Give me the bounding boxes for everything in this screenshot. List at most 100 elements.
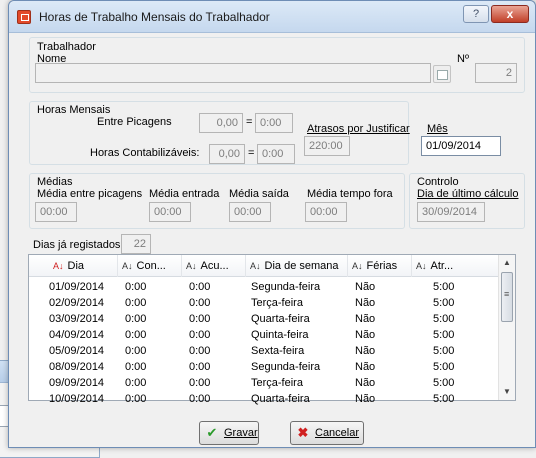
table-cell: 0:00 <box>125 329 147 341</box>
horas-mensais-group-label: Horas Mensais <box>37 104 111 116</box>
table-cell: 5:00 <box>433 329 455 341</box>
contab-decimal-field[interactable]: 0,00 <box>209 144 245 164</box>
table-cell: Não <box>355 377 376 389</box>
table-cell: 5:00 <box>433 377 455 389</box>
table-cell: Terça-feira <box>251 377 303 389</box>
ultimo-calculo-field[interactable]: 30/09/2014 <box>417 202 485 222</box>
controlo-group-label: Controlo <box>417 176 459 188</box>
table-cell: 5:00 <box>433 297 455 309</box>
column-header-atr[interactable]: A↓ Atr... <box>412 255 500 277</box>
gravar-button[interactable]: ✔ Gravar <box>199 421 259 445</box>
entre-hours-field[interactable]: 0:00 <box>255 113 293 133</box>
table-cell: 08/09/2014 <box>49 361 105 373</box>
num-label: Nº <box>457 53 469 65</box>
column-header-dia-semana[interactable]: A↓ Dia de semana <box>246 255 348 277</box>
media-saida-label: Média saída <box>229 188 289 200</box>
checkmark-icon: ✔ <box>206 425 218 440</box>
medias-group-label: Médias <box>37 176 73 188</box>
num-field[interactable]: 2 <box>475 63 517 83</box>
nome-field[interactable] <box>35 63 431 83</box>
table-cell: 10/09/2014 <box>49 393 105 405</box>
dias-registados-field[interactable]: 22 <box>121 234 151 254</box>
table-cell: 0:00 <box>189 345 211 357</box>
trabalhador-group-label: Trabalhador <box>37 41 96 53</box>
table-cell: 02/09/2014 <box>49 297 105 309</box>
column-header-con[interactable]: A↓ Con... <box>118 255 182 277</box>
media-entrada-field[interactable]: 00:00 <box>149 202 191 222</box>
vertical-scrollbar[interactable]: ▲ ▼ <box>498 255 515 400</box>
sort-az-icon: A↓ <box>122 261 133 271</box>
dias-table[interactable]: A↓ Dia A↓ Con... A↓ Acu... A↓ Dia de semana … <box>28 254 516 405</box>
table-cell: 01/09/2014 <box>49 281 105 293</box>
contab-hours-field[interactable]: 0:00 <box>257 144 295 164</box>
atrasos-field[interactable]: 220:00 <box>304 136 350 156</box>
table-cell: 5:00 <box>433 281 455 293</box>
table-cell: Quarta-feira <box>251 393 310 405</box>
sort-az-icon: A↓ <box>250 261 261 271</box>
table-row[interactable]: 10/09/2014 0:00 0:00 Quarta-feira Não 5:00 <box>29 393 500 408</box>
close-button[interactable]: x <box>491 5 529 23</box>
scroll-down-icon[interactable]: ▼ <box>499 384 515 400</box>
table-row[interactable]: 02/09/2014 0:00 0:00 Terça-feira Não 5:00 <box>29 297 500 312</box>
scroll-thumb[interactable] <box>501 272 513 322</box>
contab-equals: = <box>248 147 255 159</box>
media-entre-picagens-label: Média entre picagens <box>37 188 143 200</box>
help-button[interactable]: ? <box>463 5 489 23</box>
table-cell: 0:00 <box>189 361 211 373</box>
column-header-dia[interactable]: A↓ Dia <box>29 255 118 277</box>
table-cell: Não <box>355 281 376 293</box>
red-x-icon: ✖ <box>297 425 309 440</box>
table-row[interactable]: 08/09/2014 0:00 0:00 Segunda-feira Não 5:00 <box>29 361 500 376</box>
table-cell: 0:00 <box>189 393 211 405</box>
table-cell: Quarta-feira <box>251 313 310 325</box>
table-cell: 04/09/2014 <box>49 329 105 341</box>
medias-group <box>29 173 405 229</box>
table-cell: 0:00 <box>125 281 147 293</box>
table-row[interactable]: 04/09/2014 0:00 0:00 Quinta-feira Não 5:00 <box>29 329 500 344</box>
table-cell: 0:00 <box>125 297 147 309</box>
table-cell: Segunda-feira <box>251 281 321 293</box>
media-entre-picagens-field[interactable]: 00:00 <box>35 202 77 222</box>
table-row[interactable]: 01/09/2014 0:00 0:00 Segunda-feira Não 5:00 <box>29 281 500 296</box>
contabilizaveis-label: Horas Contabilizáveis: <box>90 147 200 159</box>
table-cell: Não <box>355 345 376 357</box>
table-row[interactable]: 09/09/2014 0:00 0:00 Terça-feira Não 5:00 <box>29 377 500 392</box>
media-tempo-fora-label: Média tempo fora <box>307 188 393 200</box>
table-row[interactable]: 05/09/2014 0:00 0:00 Sexta-feira Não 5:00 <box>29 345 500 360</box>
table-cell: Não <box>355 329 376 341</box>
table-cell: 0:00 <box>189 313 211 325</box>
table-cell: 5:00 <box>433 313 455 325</box>
mes-label: Mês <box>427 123 448 135</box>
table-cell: 09/09/2014 <box>49 377 105 389</box>
table-cell: Quinta-feira <box>251 329 309 341</box>
title-bar: Horas de Trabalho Mensais do Trabalhador… <box>9 1 535 33</box>
sort-az-icon: A↓ <box>352 261 363 271</box>
mes-field[interactable]: 01/09/2014 <box>421 136 501 156</box>
column-header-ferias[interactable]: A↓ Férias <box>348 255 412 277</box>
table-cell: 5:00 <box>433 393 455 405</box>
dias-registados-label: Dias já registados: <box>33 239 124 251</box>
table-cell: 05/09/2014 <box>49 345 105 357</box>
table-cell: Segunda-feira <box>251 361 321 373</box>
lookup-icon[interactable] <box>433 65 451 83</box>
entre-picagens-label: Entre Picagens <box>97 116 172 128</box>
table-cell: 0:00 <box>189 377 211 389</box>
table-cell: 0:00 <box>125 313 147 325</box>
cancelar-button[interactable]: ✖ Cancelar <box>290 421 364 445</box>
media-tempo-fora-field[interactable]: 00:00 <box>305 202 347 222</box>
sort-az-icon: A↓ <box>416 261 427 271</box>
app-icon <box>17 10 31 24</box>
table-cell: Não <box>355 361 376 373</box>
table-cell: 5:00 <box>433 361 455 373</box>
table-cell: 0:00 <box>189 297 211 309</box>
table-row[interactable]: 03/09/2014 0:00 0:00 Quarta-feira Não 5:00 <box>29 313 500 328</box>
table-cell: 0:00 <box>189 329 211 341</box>
scroll-up-icon[interactable]: ▲ <box>499 255 515 271</box>
table-cell: 0:00 <box>125 377 147 389</box>
sort-az-icon: A↓ <box>186 261 197 271</box>
media-saida-field[interactable]: 00:00 <box>229 202 271 222</box>
table-cell: Terça-feira <box>251 297 303 309</box>
column-header-acu[interactable]: A↓ Acu... <box>182 255 246 277</box>
entre-equals: = <box>246 116 253 128</box>
entre-decimal-field[interactable]: 0,00 <box>199 113 243 133</box>
